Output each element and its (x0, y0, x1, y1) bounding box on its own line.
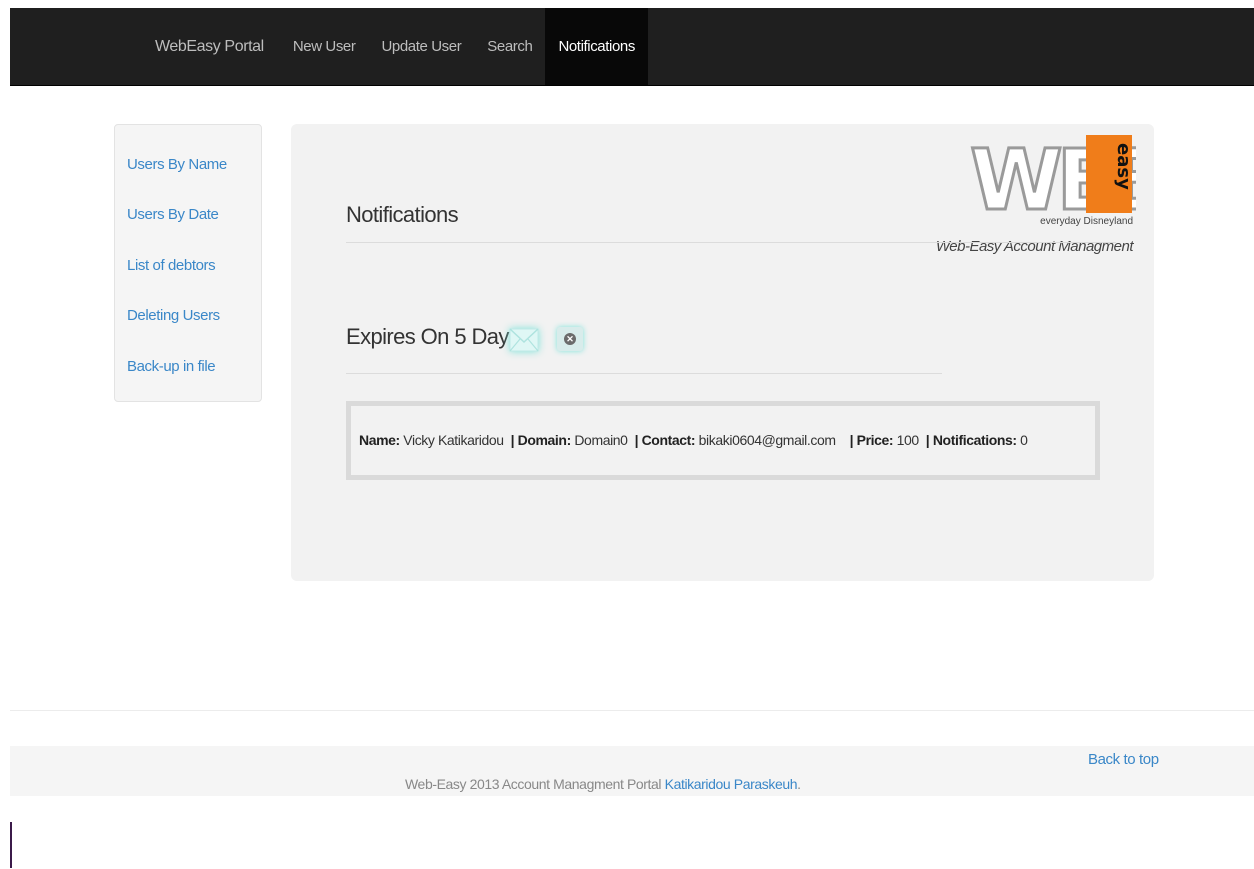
sidebar-item-deleting-users[interactable]: Deleting Users (127, 307, 220, 324)
record-price: 100 (896, 432, 920, 448)
nav-brand[interactable]: WebEasy Portal (142, 8, 280, 85)
webeasy-logo: WEB easy (970, 130, 1136, 224)
sidebar-item-users-by-date[interactable]: Users By Date (127, 206, 219, 223)
text-cursor (10, 822, 12, 868)
footer-text: Web-Easy 2013 Account Managment Portal K… (405, 776, 801, 792)
logo-word: easy (1113, 143, 1134, 190)
logo-tagline: everyday Disneyland (1040, 216, 1133, 227)
envelope-icon[interactable] (508, 326, 540, 354)
sidebar: Users By Name Users By Date List of debt… (114, 124, 262, 402)
expires-heading: Expires On 5 Days (346, 324, 520, 349)
sidebar-item-users-by-name[interactable]: Users By Name (127, 156, 227, 173)
footer-period: . (797, 776, 801, 792)
close-icon: ✕ (564, 333, 576, 345)
nav-item-search[interactable]: Search (474, 8, 545, 85)
footer-copyright: Web-Easy 2013 Account Managment Portal (405, 776, 662, 792)
name-label: Name: (359, 432, 400, 448)
main-panel: WEB easy everyday Disneyland Web-Easy Ac… (291, 124, 1154, 581)
contact-label: Contact: (641, 432, 696, 448)
separator: | (925, 432, 930, 448)
notification-record: Name: Vicky Katikaridou | Domain: Domain… (346, 401, 1100, 480)
footer-author-link[interactable]: Katikaridou Paraskeuh (665, 776, 798, 792)
domain-label: Domain: (517, 432, 572, 448)
nav-menu: WebEasy Portal New User Update User Sear… (142, 8, 648, 85)
nav-item-update-user[interactable]: Update User (368, 8, 474, 85)
divider (346, 242, 1116, 243)
sidebar-item-list-of-debtors[interactable]: List of debtors (127, 257, 216, 274)
record-name: Vicky Katikaridou (403, 432, 504, 448)
nav-item-notifications[interactable]: Notifications (545, 8, 648, 85)
separator: | (510, 432, 515, 448)
dismiss-button[interactable]: ✕ (557, 327, 583, 351)
back-to-top-link[interactable]: Back to top (1088, 751, 1159, 768)
footer-divider (10, 710, 1254, 711)
separator: | (849, 432, 854, 448)
logo-subtitle: Web-Easy Account Managment (935, 238, 1134, 255)
record-notifications: 0 (1020, 432, 1028, 448)
record-domain: Domain0 (574, 432, 628, 448)
divider (346, 373, 942, 374)
page-title: Notifications (346, 202, 459, 227)
nav-item-new-user[interactable]: New User (280, 8, 369, 85)
separator: | (634, 432, 639, 448)
price-label: Price: (856, 432, 894, 448)
sidebar-item-backup-in-file[interactable]: Back-up in file (127, 358, 216, 375)
notifications-label: Notifications: (932, 432, 1017, 448)
top-navbar: WebEasy Portal New User Update User Sear… (10, 8, 1254, 86)
record-contact: bikaki0604@gmail.com (698, 432, 836, 448)
record-line: Name: Vicky Katikaridou | Domain: Domain… (359, 432, 1028, 448)
